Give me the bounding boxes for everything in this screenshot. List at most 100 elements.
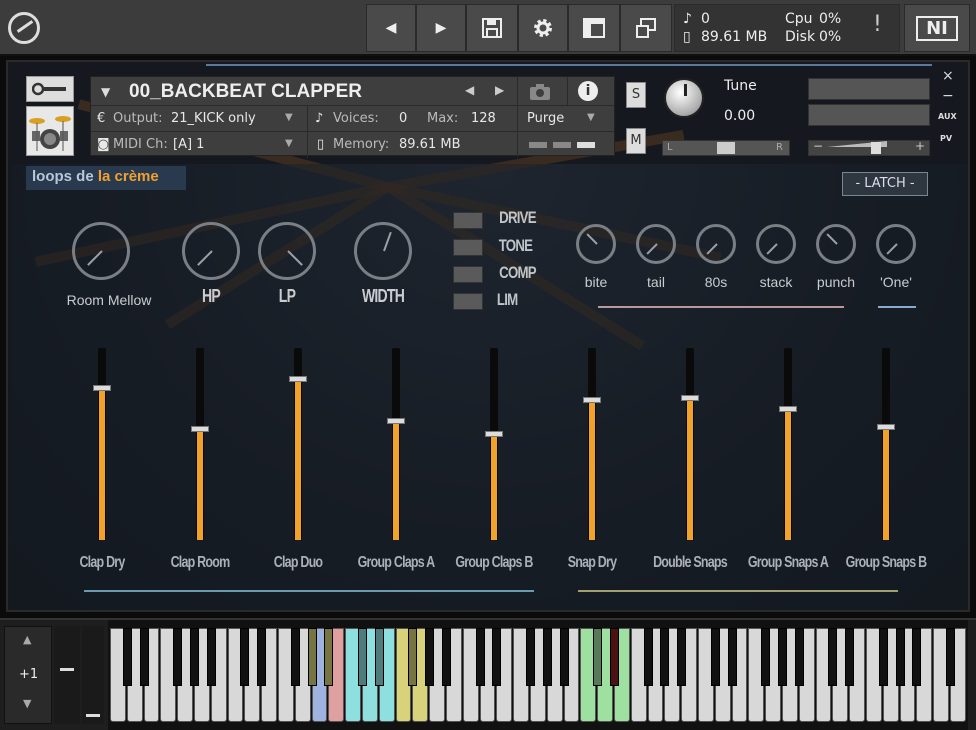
piano-black-key[interactable] bbox=[643, 628, 653, 686]
fader-double-snaps[interactable] bbox=[681, 348, 699, 540]
fader-handle[interactable] bbox=[877, 423, 895, 430]
mod-wheel-marker[interactable] bbox=[86, 714, 100, 717]
mute-button[interactable]: M bbox=[626, 128, 646, 154]
width-knob[interactable] bbox=[354, 222, 412, 280]
piano-black-key[interactable] bbox=[677, 628, 687, 686]
info-icon[interactable]: i bbox=[578, 81, 598, 101]
fader-handle[interactable] bbox=[485, 431, 503, 438]
room-mellow-knob[interactable] bbox=[72, 222, 130, 280]
fader-handle[interactable] bbox=[387, 417, 405, 424]
piano-black-key[interactable] bbox=[559, 628, 569, 686]
piano-black-key[interactable] bbox=[139, 628, 149, 686]
fader-clap-dry[interactable] bbox=[93, 348, 111, 540]
collapse-arrow-icon[interactable]: ▼ bbox=[101, 85, 110, 99]
fader-snap-dry[interactable] bbox=[583, 348, 601, 540]
piano-black-key[interactable] bbox=[794, 628, 804, 686]
piano-black-key[interactable] bbox=[845, 628, 855, 686]
alert-icon[interactable]: ! bbox=[873, 14, 882, 36]
kontakt-logo-icon[interactable] bbox=[8, 12, 40, 44]
settings-button[interactable] bbox=[518, 4, 568, 52]
pan-center-handle[interactable] bbox=[717, 142, 735, 154]
piano-black-key[interactable] bbox=[610, 628, 619, 686]
fader-clap-duo[interactable] bbox=[289, 348, 307, 540]
fader-group-snaps-a[interactable] bbox=[779, 348, 797, 540]
piano-black-key[interactable] bbox=[761, 628, 771, 686]
prev-instrument-button[interactable]: ◀ bbox=[366, 4, 416, 52]
octave-down-button[interactable]: ▼ bbox=[23, 697, 31, 710]
piano-black-key[interactable] bbox=[122, 628, 132, 686]
midi-dropdown-icon[interactable]: ▼ bbox=[285, 138, 293, 149]
stack-knob[interactable] bbox=[756, 224, 796, 264]
piano-black-key[interactable] bbox=[442, 628, 451, 686]
volume-minus[interactable]: − bbox=[813, 139, 823, 153]
pitch-mod-strip[interactable] bbox=[54, 626, 80, 724]
piano-black-key[interactable] bbox=[240, 628, 250, 686]
piano-black-key[interactable] bbox=[206, 628, 216, 686]
prev-preset-icon[interactable]: ◀ bbox=[465, 83, 474, 97]
fader-handle[interactable] bbox=[779, 406, 797, 413]
piano-black-key[interactable] bbox=[408, 628, 418, 686]
pv-button[interactable]: PV bbox=[940, 134, 952, 143]
octave-up-button[interactable]: ▲ bbox=[23, 633, 31, 646]
fader-group-snaps-b[interactable] bbox=[877, 348, 895, 540]
view-layout-button[interactable] bbox=[568, 4, 620, 52]
aux-button[interactable]: AUX bbox=[938, 112, 957, 121]
close-button[interactable]: × bbox=[942, 68, 954, 84]
output-dropdown-icon[interactable]: ▼ bbox=[285, 112, 293, 123]
latch-button[interactable]: - LATCH - bbox=[842, 172, 928, 196]
pan-slider[interactable]: L R bbox=[662, 140, 790, 156]
piano-black-key[interactable] bbox=[710, 628, 720, 686]
comp-switch[interactable] bbox=[453, 266, 483, 283]
eighties-knob[interactable] bbox=[696, 224, 736, 264]
piano-black-key[interactable] bbox=[946, 628, 955, 686]
mod-strip[interactable] bbox=[82, 626, 104, 724]
piano-black-key[interactable] bbox=[374, 628, 384, 686]
fader-handle[interactable] bbox=[93, 385, 111, 392]
one-knob[interactable] bbox=[876, 224, 916, 264]
piano-black-key[interactable] bbox=[425, 628, 435, 686]
fader-group-claps-b[interactable] bbox=[485, 348, 503, 540]
tune-value[interactable]: 0.00 bbox=[724, 108, 755, 124]
punch-knob[interactable] bbox=[816, 224, 856, 264]
piano-black-key[interactable] bbox=[324, 628, 334, 686]
bite-knob[interactable] bbox=[576, 224, 616, 264]
midi-value[interactable]: [A] 1 bbox=[173, 137, 204, 152]
pitch-wheel-marker[interactable] bbox=[60, 668, 74, 671]
tone-switch[interactable] bbox=[453, 239, 483, 256]
piano-black-key[interactable] bbox=[190, 628, 199, 686]
piano-black-key[interactable] bbox=[828, 628, 838, 686]
window-resize-button[interactable] bbox=[620, 4, 672, 52]
fader-clap-room[interactable] bbox=[191, 348, 209, 540]
fader-handle[interactable] bbox=[191, 425, 209, 432]
piano-black-key[interactable] bbox=[290, 628, 300, 686]
piano-black-key[interactable] bbox=[912, 628, 922, 686]
next-preset-icon[interactable]: ▶ bbox=[495, 83, 504, 97]
piano-black-key[interactable] bbox=[475, 628, 485, 686]
tune-knob[interactable] bbox=[664, 78, 704, 118]
piano-black-key[interactable] bbox=[878, 628, 888, 686]
lp-knob[interactable] bbox=[258, 222, 316, 280]
drive-switch[interactable] bbox=[453, 212, 483, 229]
piano-black-key[interactable] bbox=[358, 628, 367, 686]
volume-slider[interactable]: − + bbox=[808, 139, 930, 156]
camera-icon[interactable] bbox=[529, 83, 551, 101]
piano-black-key[interactable] bbox=[542, 628, 552, 686]
piano-black-key[interactable] bbox=[727, 628, 737, 686]
solo-button[interactable]: S bbox=[626, 82, 646, 108]
piano-black-key[interactable] bbox=[526, 628, 535, 686]
fader-handle[interactable] bbox=[289, 375, 307, 382]
piano-black-key[interactable] bbox=[778, 628, 787, 686]
minimize-button[interactable]: − bbox=[942, 88, 954, 104]
volume-plus[interactable]: + bbox=[915, 139, 925, 153]
piano-black-key[interactable] bbox=[593, 628, 603, 686]
instrument-thumbnail[interactable] bbox=[26, 106, 74, 156]
tail-knob[interactable] bbox=[636, 224, 676, 264]
fader-handle[interactable] bbox=[583, 396, 601, 403]
piano-black-key[interactable] bbox=[307, 628, 317, 686]
lim-switch[interactable] bbox=[453, 293, 483, 310]
fader-group-claps-a[interactable] bbox=[387, 348, 405, 540]
max-voices-value[interactable]: 128 bbox=[471, 111, 496, 126]
wrench-button[interactable] bbox=[26, 76, 74, 102]
piano-black-key[interactable] bbox=[895, 628, 905, 686]
fader-handle[interactable] bbox=[681, 394, 699, 401]
